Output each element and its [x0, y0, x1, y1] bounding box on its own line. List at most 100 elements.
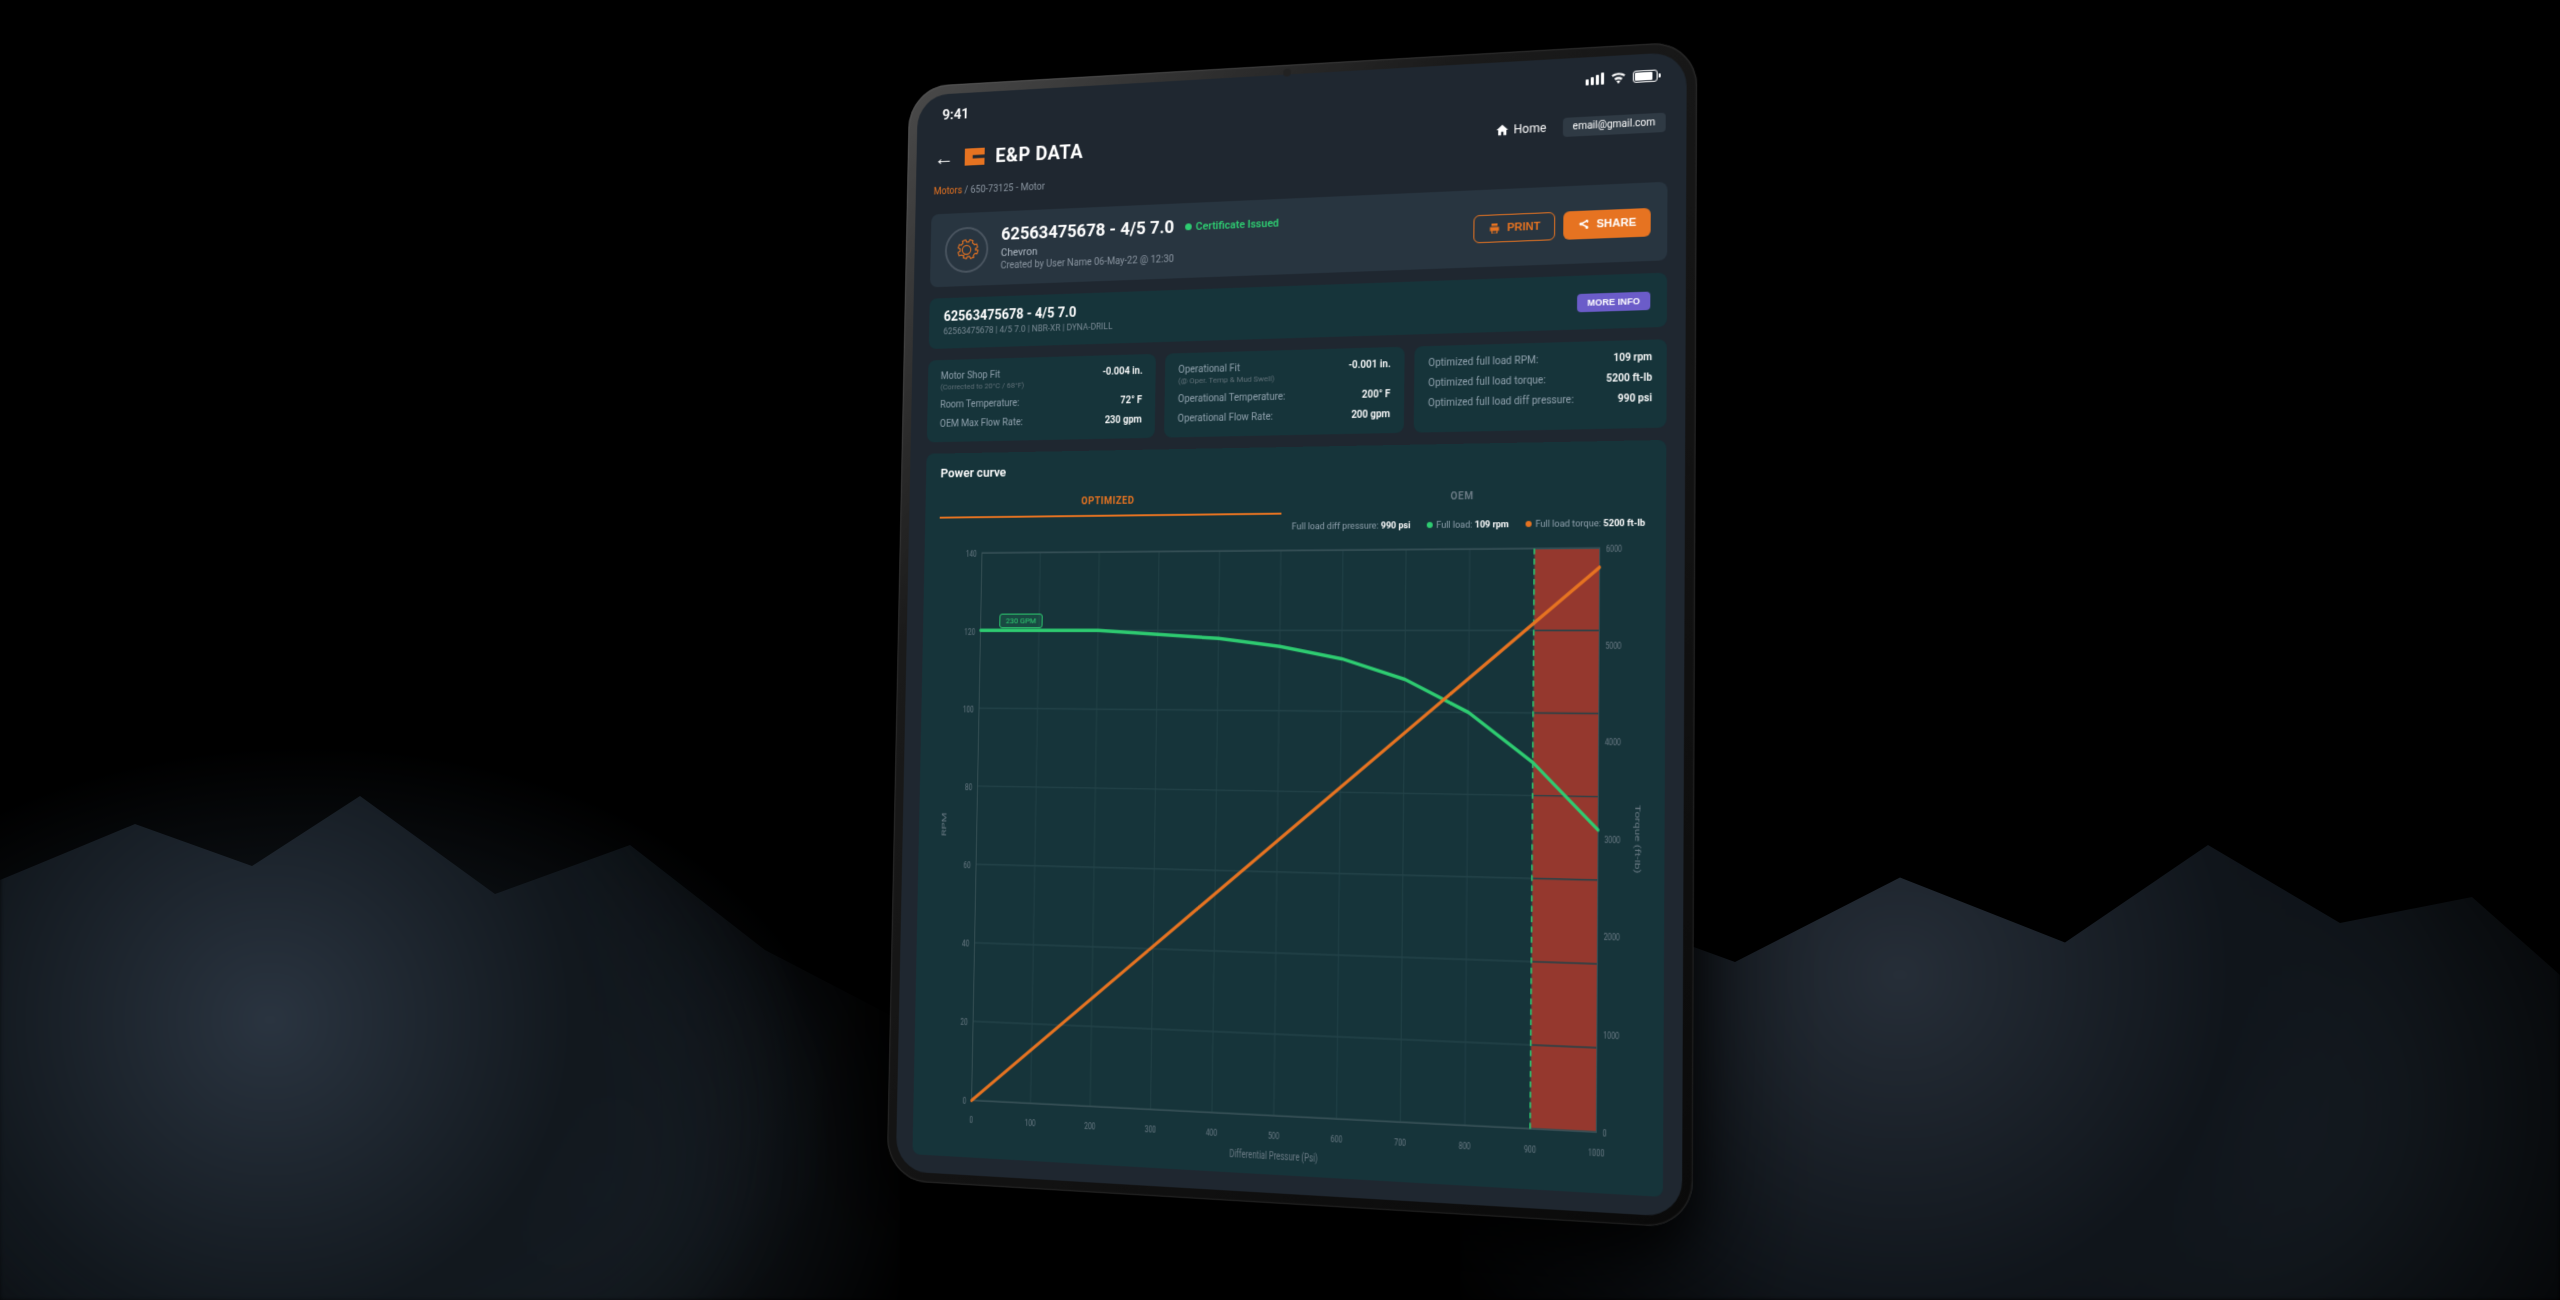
legend-rpm: Full load: 109 rpm	[1426, 520, 1509, 531]
svg-text:140: 140	[966, 549, 977, 560]
stat-value: -0.001 in.	[1348, 359, 1390, 371]
svg-text:Torque (ft-lb): Torque (ft-lb)	[1632, 804, 1642, 873]
breadcrumb-root[interactable]: Motors	[934, 186, 963, 198]
svg-text:Differential Pressure (Psi): Differential Pressure (Psi)	[1229, 1147, 1317, 1165]
svg-text:400: 400	[1206, 1127, 1218, 1139]
breadcrumb-current: 650-73125 - Motor	[970, 182, 1045, 196]
wifi-icon	[1610, 71, 1627, 84]
svg-text:700: 700	[1394, 1136, 1406, 1149]
stat-label: Room Temperature:	[940, 398, 1020, 411]
svg-text:3000: 3000	[1604, 834, 1620, 847]
stat-value: 230 gpm	[1105, 414, 1142, 426]
legend-diff: Full load diff pressure: 990 psi	[1292, 521, 1411, 532]
svg-text:60: 60	[963, 860, 971, 872]
home-icon	[1496, 123, 1510, 138]
svg-text:120: 120	[964, 626, 975, 637]
tab-oem[interactable]: OEM	[1281, 480, 1649, 514]
stat-label: Optimized full load torque:	[1428, 375, 1546, 390]
title-actions: PRINT SHARE	[1474, 207, 1651, 242]
motor-avatar	[945, 226, 989, 273]
stat-value: 200° F	[1362, 389, 1391, 401]
svg-text:6000: 6000	[1606, 543, 1622, 555]
breadcrumb-sep: /	[964, 185, 968, 196]
svg-text:5000: 5000	[1605, 640, 1621, 652]
share-label: SHARE	[1596, 216, 1636, 230]
stats-card-shop: Motor Shop Fit(Corrected to 20°C / 68°F)…	[927, 354, 1156, 442]
chart-title: Power curve	[940, 454, 1649, 481]
stat-value: 200 gpm	[1351, 409, 1390, 421]
stat-sublabel: (Corrected to 20°C / 68°F)	[940, 381, 1024, 392]
home-link[interactable]: Home	[1496, 121, 1547, 138]
legend-torque: Full load torque: 5200 ft-lb	[1525, 518, 1645, 530]
chart-card: Power curve OPTIMIZED OEM Full load diff…	[912, 440, 1666, 1197]
gear-icon	[954, 236, 980, 264]
signal-icon	[1586, 72, 1604, 85]
stats-card-operational: Operational Fit(@ Oper. Temp & Mud Swell…	[1164, 347, 1405, 437]
stat-value: 5200 ft-lb	[1606, 372, 1652, 384]
print-icon	[1489, 222, 1501, 235]
tab-optimized[interactable]: OPTIMIZED	[940, 485, 1282, 518]
stat-sublabel: (@ Oper. Temp & Mud Swell)	[1178, 374, 1274, 386]
stat-label: Motor Shop Fit	[941, 370, 1001, 382]
stat-label: Operational Temperature:	[1178, 391, 1286, 405]
stat-label: Optimized full load RPM:	[1428, 355, 1538, 370]
stat-label: Optimized full load diff pressure:	[1428, 395, 1574, 410]
svg-text:80: 80	[965, 782, 972, 794]
status-dot-icon	[1185, 223, 1192, 230]
svg-text:0: 0	[969, 1114, 973, 1126]
svg-text:800: 800	[1459, 1140, 1471, 1153]
svg-text:200: 200	[1084, 1120, 1095, 1132]
svg-text:300: 300	[1145, 1123, 1157, 1135]
share-icon	[1578, 218, 1590, 231]
title-main: 62563475678 - 4/5 7.0 Certificate Issued…	[1000, 205, 1460, 271]
content: Motors / 650-73125 - Motor 62563475678 -…	[896, 145, 1687, 1217]
info-sub: 62563475678 | 4/5 7.0 | NBR-XR | DYNA-DR…	[943, 322, 1112, 337]
stats-row: Motor Shop Fit(Corrected to 20°C / 68°F)…	[927, 339, 1667, 442]
svg-text:40: 40	[962, 938, 970, 950]
stat-value: -0.004 in.	[1102, 366, 1142, 378]
stat-value: 109 rpm	[1613, 352, 1652, 364]
status-icons	[1586, 69, 1658, 85]
svg-text:0: 0	[962, 1096, 966, 1108]
screen: 9:41 ← E&P DATA Home email@gmail.com	[896, 52, 1687, 1218]
certificate-label: Certificate Issued	[1196, 217, 1279, 233]
more-info-button[interactable]: MORE INFO	[1577, 291, 1650, 312]
stat-label: Operational Fit	[1178, 363, 1240, 375]
back-arrow-icon[interactable]: ←	[934, 145, 954, 171]
svg-text:1000: 1000	[1588, 1147, 1605, 1160]
stat-label: OEM Max Flow Rate:	[940, 417, 1023, 430]
info-title: 62563475678 - 4/5 7.0	[944, 304, 1113, 325]
home-label: Home	[1514, 121, 1547, 137]
svg-text:1000: 1000	[1603, 1029, 1620, 1042]
print-button[interactable]: PRINT	[1474, 211, 1556, 242]
svg-text:100: 100	[1025, 1117, 1036, 1129]
svg-text:600: 600	[1331, 1133, 1343, 1146]
svg-text:4000: 4000	[1605, 737, 1621, 749]
stat-value: 990 psi	[1618, 393, 1652, 405]
svg-text:0: 0	[1602, 1128, 1606, 1141]
info-header-card: 62563475678 - 4/5 7.0 62563475678 | 4/5 …	[929, 273, 1667, 349]
header-right: Home email@gmail.com	[1496, 112, 1666, 140]
share-button[interactable]: SHARE	[1564, 207, 1651, 239]
chart-area: 230 GPM 01002003004005006007008009001000…	[927, 533, 1649, 1186]
stat-label: Operational Flow Rate:	[1177, 411, 1273, 425]
stat-value: 72° F	[1120, 395, 1142, 406]
svg-text:900: 900	[1524, 1143, 1536, 1156]
status-time: 9:41	[942, 105, 969, 123]
stats-card-optimized: Optimized full load RPM: 109 rpm Optimize…	[1414, 339, 1667, 432]
svg-text:2000: 2000	[1604, 931, 1621, 944]
certificate-badge: Certificate Issued	[1185, 217, 1279, 234]
rock-left	[0, 600, 900, 1300]
flow-rate-tag: 230 GPM	[999, 613, 1042, 628]
battery-icon	[1633, 69, 1658, 83]
svg-text:100: 100	[963, 704, 974, 715]
app-title: E&P DATA	[995, 140, 1083, 167]
dot-green-icon	[1426, 522, 1432, 528]
svg-text:20: 20	[960, 1017, 968, 1029]
power-curve-svg: 0100200300400500600700800900100002040608…	[927, 533, 1649, 1186]
user-email[interactable]: email@gmail.com	[1562, 112, 1665, 136]
tablet-device: 9:41 ← E&P DATA Home email@gmail.com	[886, 41, 1697, 1229]
print-label: PRINT	[1507, 220, 1540, 233]
svg-text:500: 500	[1268, 1130, 1280, 1143]
svg-text:RPM: RPM	[940, 812, 949, 836]
